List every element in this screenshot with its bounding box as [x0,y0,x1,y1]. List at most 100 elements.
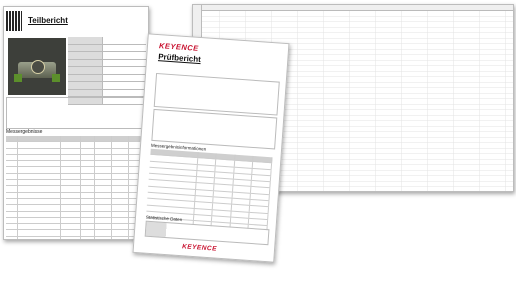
table-cell [95,230,113,236]
marker-left [14,74,22,82]
info-value [103,60,146,67]
keyence-logo: KEYENCE [158,41,199,53]
table-cell [18,154,62,161]
table-cell [81,148,96,154]
table-cell [81,186,96,192]
table-cell [81,173,96,180]
column-header-bar [193,5,513,11]
table-cell [61,192,81,198]
info-row [68,89,146,97]
table-cell [112,230,130,236]
table-cell [95,198,113,205]
table-cell [112,211,130,217]
table-cell [95,180,113,186]
table-cell [18,180,62,186]
info-value [103,67,146,74]
table-cell [6,198,18,205]
table-cell [61,154,81,161]
table-cell [81,205,96,211]
table-cell [81,192,96,198]
table-cell [95,186,113,192]
table-cell [112,148,130,154]
table-cell [95,236,113,239]
info-key [68,74,103,81]
info-key [68,89,103,96]
table-cell [61,161,81,167]
table-cell [6,186,18,192]
table-cell [112,198,130,205]
table-cell [61,142,81,148]
table-cell [61,180,81,186]
info-key [68,37,103,44]
report-title: Teilbericht [28,16,68,25]
table-cell [18,148,62,154]
measurement-table [6,136,146,239]
table-cell [18,224,62,230]
table-cell [6,148,18,154]
info-key [68,82,103,89]
table-header-cell [112,136,130,142]
table-cell [6,173,18,180]
info-value [103,45,146,52]
table-cell [112,154,130,161]
table-cell [95,217,113,224]
table-cell [61,211,81,217]
info-row [68,67,146,75]
table-cell [95,173,113,180]
table-cell [6,224,18,230]
info-value [103,37,146,44]
table-cell [112,142,130,148]
table-cell [95,211,113,217]
footer-keyence-logo: KEYENCE [181,243,218,253]
table-cell [18,211,62,217]
info-table [68,37,146,105]
table-cell [61,167,81,173]
table-cell [81,198,96,205]
info-key [68,67,103,74]
table-header-cell [6,136,18,142]
table-cell [95,224,113,230]
table-cell [95,167,113,173]
table-cell [6,154,18,161]
table-header-cell [95,136,113,142]
table-cell [18,142,62,148]
table-cell [6,205,18,211]
table-cell [112,186,130,192]
table-cell [6,211,18,217]
table-cell [18,173,62,180]
table-cell [81,224,96,230]
table-cell [61,217,81,224]
part-circle [31,60,45,74]
table-cell [18,192,62,198]
info-key [68,59,103,66]
info-value [103,75,146,82]
notes-box [6,97,148,129]
measure-section-label: Messergebnisse [6,129,43,135]
table-header-cell [81,136,96,142]
table-cell [18,236,62,239]
table-cell [81,180,96,186]
table-cell [61,236,81,239]
table-cell [95,192,113,198]
table-cell [95,154,113,161]
info-row [68,59,146,67]
table-cell [6,161,18,167]
table-cell [18,198,62,205]
table-cell [18,167,62,173]
table-cell [112,161,130,167]
table-cell [95,148,113,154]
table-cell [112,180,130,186]
info-value [103,52,146,59]
teilbericht-sheet: Teilbericht Messergebnisse [3,6,149,240]
table-cell [18,186,62,192]
table-header-cell [18,136,62,142]
table-cell [61,186,81,192]
table-cell [95,161,113,167]
table-cell [112,192,130,198]
table-cell [61,148,81,154]
table-cell [95,142,113,148]
table-cell [61,224,81,230]
table-cell [81,161,96,167]
info-row [68,44,146,52]
table-cell [81,142,96,148]
